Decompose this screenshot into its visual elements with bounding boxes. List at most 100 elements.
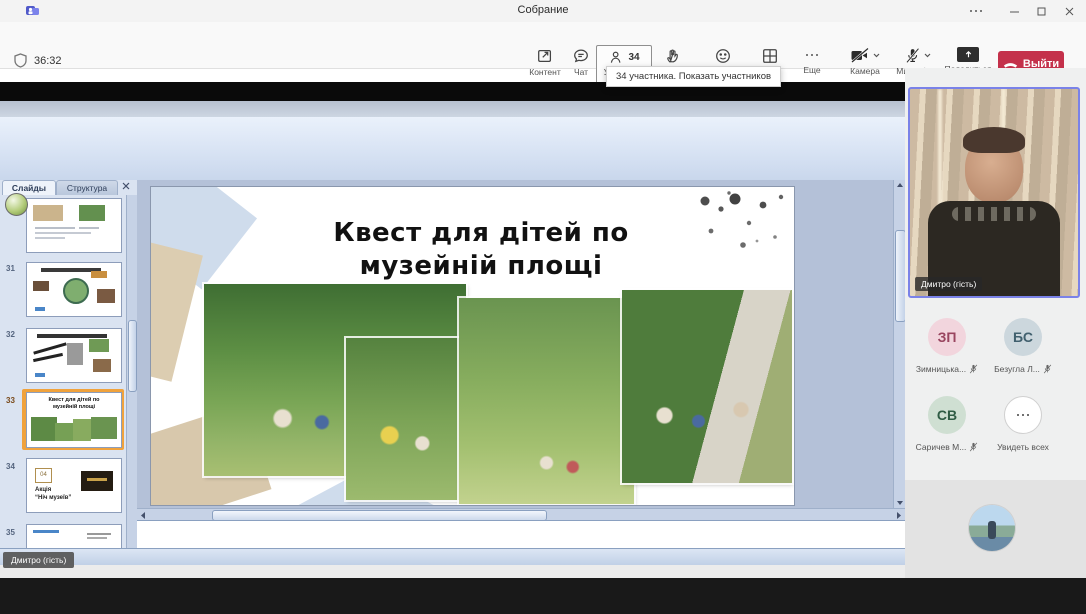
button-label: Чат [574,67,588,77]
share-bottom-strip [0,565,905,578]
participant-avatar[interactable]: БС [1004,318,1042,356]
participant-label: Зимницька... [909,364,985,374]
thumb-number: 35 [6,528,22,537]
thumb-art [87,537,107,539]
slide-decor-tan [150,242,203,381]
close-button[interactable] [1059,4,1079,18]
thumb-title-line1: Квест для дітей по [48,397,99,403]
speaker-video-tile[interactable]: Дмитро (гість) [908,87,1080,298]
thumb-art [37,334,107,338]
camera-button[interactable]: Камера [843,47,887,76]
thumb-art [35,373,45,377]
meeting-toolbar: 36:32 Контент Чат 34 Участники Поднять р… [0,22,1086,69]
grid-view-icon [761,47,779,65]
pane-tab-slides[interactable]: Слайды [2,180,56,195]
thumb-art [91,271,107,278]
thumbnail-slide-32[interactable] [26,328,122,383]
self-avatar[interactable] [969,505,1015,551]
speaker-hair [963,127,1025,153]
titlebar-more-button[interactable] [966,4,986,18]
thumb-number-box: 04 [35,468,52,483]
scroll-up-icon[interactable] [896,182,904,188]
thumb-number: 32 [6,330,22,339]
thumb-art [55,423,75,441]
share-screen-icon [957,47,979,62]
see-all-label: Увидеть всех [985,442,1061,452]
thumb-number: 34 [6,462,22,471]
thumb-art [33,281,49,291]
participant-name: Безугла Л... [994,364,1040,374]
screen: Собрание 36:32 Контент Чат 34 Участники … [0,0,1086,614]
slide-editor[interactable]: Квест для дітей по музейній площі [150,186,795,506]
thumbnail-slide-33[interactable]: Квест для дітей помузейній площі [26,392,122,448]
thumb-number: 33 [6,396,22,405]
avatar-figure [988,521,996,539]
see-all-button[interactable] [1004,396,1042,434]
scroll-left-icon[interactable] [140,512,146,519]
speaker-collar [952,207,1036,221]
mic-muted-icon [969,364,978,374]
chevron-down-icon [924,53,931,58]
windows-taskbar: T Z 2°C Cloudy УКР 10:20 08.02.2024 [0,578,1086,614]
thumb-title-line2: “Ніч музеїв” [35,495,71,501]
camera-off-icon [850,47,870,64]
chat-button[interactable]: Чат [563,47,599,77]
pane-scrollbar[interactable] [126,195,137,548]
pp-statusbar: Слайд 33 из 56 "European History - Bache… [0,548,905,566]
thumb-title-line2: музейній площі [53,404,95,410]
button-label: Еще [803,65,820,75]
pane-tab-outline[interactable]: Структура [56,180,118,195]
participant-avatar[interactable]: СВ [928,396,966,434]
raise-hand-icon [664,47,682,65]
ribbon-tab-row: Главная Вставка Дизайн Анимация Показ сл… [0,101,905,117]
thumb-art [73,419,91,441]
slide-title-line1: Квест для дітей по [333,218,628,248]
ribbon: Вставить ✂ Буфер о... ✦ Создатьслайд Мак… [0,117,905,181]
thumbnail-slide-34[interactable]: 04 Акція “Ніч музеїв” [26,458,122,513]
pane-close-icon[interactable] [122,182,130,190]
thumb-art [81,471,113,491]
more-button[interactable]: Еще [794,47,830,75]
participant-avatar[interactable]: ЗП [928,318,966,356]
content-button[interactable]: Контент [522,47,568,77]
chat-icon [572,47,590,65]
video-name-label: Дмитро (гість) [915,277,982,291]
slide-title-line2: музейній площі [360,251,603,281]
participants-count-badge: 34 [628,52,639,63]
thumbnail-slide-30[interactable] [26,198,122,253]
pane-scrollbar-thumb[interactable] [128,320,137,392]
thumb-art [79,227,99,229]
scroll-down-icon[interactable] [896,500,904,506]
scroll-right-icon[interactable] [896,512,902,519]
participants-icon [608,49,625,66]
thumb-art [35,307,45,311]
minimize-button[interactable] [1004,4,1024,18]
office-button[interactable] [5,193,28,216]
chevron-down-icon [873,53,880,58]
shield-icon [14,53,27,68]
ink-splatter-decor [691,189,791,259]
more-dots-icon [806,47,819,63]
slide-title[interactable]: Квест для дітей по музейній площі [301,217,661,283]
smiley-icon [714,47,732,65]
presenter-name-overlay: Дмитро (гість) [3,552,74,568]
thumb-title-line1: Акція [35,487,51,493]
thumb-art [31,417,57,441]
meeting-timer: 36:32 [34,55,62,67]
thumbnail-slide-31[interactable] [26,262,122,317]
thumbnail-slide-35[interactable] [26,524,122,549]
meeting-window-title: Собрание [0,4,1086,16]
thumb-art [97,289,115,303]
share-content-icon [536,47,554,65]
see-all-dots-icon [1017,407,1030,423]
mic-muted-icon [969,442,978,452]
thumb-art [35,227,75,229]
maximize-button[interactable] [1031,4,1051,18]
notes-area[interactable]: Заметки к слайду [137,520,905,550]
mic-muted-icon [1043,364,1052,374]
slide-photo-3 [459,298,634,504]
participant-name: Зимницька... [916,364,966,374]
thumb-art [67,343,83,365]
slide-photo-4 [622,290,792,483]
mic-off-icon [904,47,921,64]
